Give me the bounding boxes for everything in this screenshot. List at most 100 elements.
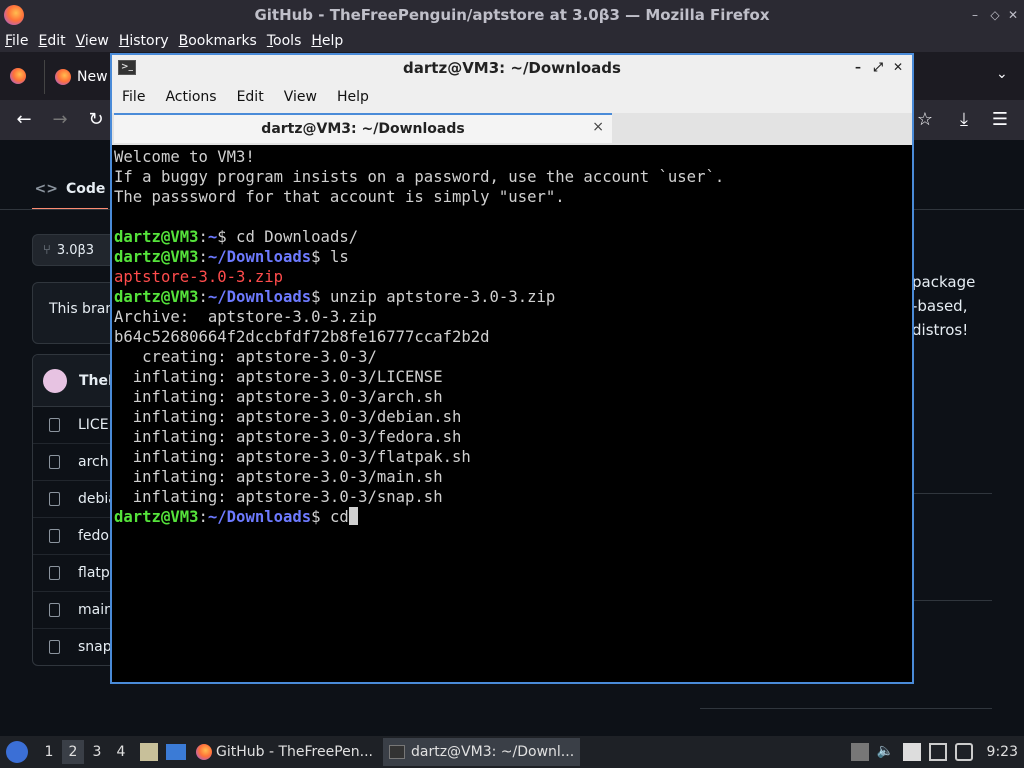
divider bbox=[912, 493, 992, 494]
code-icon: <> bbox=[34, 181, 59, 197]
prompt-path: ~ bbox=[207, 228, 218, 246]
menu-help[interactable]: Help bbox=[306, 33, 348, 49]
terminal-tab[interactable]: dartz@VM3: ~/Downloads × bbox=[114, 113, 612, 143]
minimize-icon[interactable]: – bbox=[850, 59, 866, 75]
updates-icon[interactable] bbox=[850, 743, 869, 761]
output-line: inflating: aptstore-3.0-3/snap.sh bbox=[114, 488, 443, 506]
file-name[interactable]: snap bbox=[78, 639, 112, 655]
text-cursor bbox=[348, 507, 358, 525]
file-icon bbox=[49, 492, 60, 506]
branch-selector[interactable]: ⑂ 3.0β3 bbox=[32, 234, 122, 266]
taskbar: 1 2 3 4 GitHub - TheFreePen... dartz@VM3… bbox=[0, 736, 1024, 768]
menu-edit[interactable]: Edit bbox=[227, 89, 274, 105]
list-item[interactable]: arch. bbox=[33, 444, 121, 481]
about-line: -based, bbox=[912, 297, 968, 315]
volume-icon[interactable]: 🔈 bbox=[877, 743, 895, 761]
download-icon[interactable]: ⤓ bbox=[952, 108, 976, 132]
menu-help[interactable]: Help bbox=[327, 89, 379, 105]
terminal-output[interactable]: Welcome to VM3! If a buggy program insist… bbox=[114, 147, 910, 680]
desktop-icon[interactable] bbox=[166, 744, 186, 760]
file-manager-icon[interactable] bbox=[140, 743, 158, 761]
menu-file[interactable]: File bbox=[112, 89, 155, 105]
workspace-4[interactable]: 4 bbox=[110, 740, 132, 764]
clock[interactable]: 9:23 bbox=[987, 744, 1018, 760]
close-icon[interactable]: ✕ bbox=[890, 59, 906, 75]
output-line: aptstore-3.0-3.zip bbox=[114, 268, 283, 286]
terminal-icon: >_ bbox=[118, 60, 136, 75]
prompt-user: dartz@VM3 bbox=[114, 508, 199, 526]
terminal-menubar: File Actions Edit View Help bbox=[112, 81, 912, 113]
reload-icon[interactable]: ↻ bbox=[84, 108, 108, 132]
clipboard-icon[interactable] bbox=[902, 743, 921, 761]
output-line: creating: aptstore-3.0-3/ bbox=[114, 348, 377, 366]
prompt-path: ~/Downloads bbox=[207, 248, 312, 266]
task-label: GitHub - TheFreePen... bbox=[216, 744, 373, 760]
firefox-icon bbox=[10, 68, 26, 84]
firefox-icon bbox=[196, 744, 212, 760]
firefox-icon bbox=[4, 5, 24, 25]
task-terminal[interactable]: dartz@VM3: ~/Downl... bbox=[383, 738, 581, 766]
divider bbox=[912, 600, 992, 601]
start-menu-icon[interactable] bbox=[6, 741, 28, 763]
menu-view[interactable]: View bbox=[274, 89, 327, 105]
list-item[interactable]: debia bbox=[33, 481, 121, 518]
task-label: dartz@VM3: ~/Downl... bbox=[411, 744, 575, 760]
output-line: inflating: aptstore-3.0-3/fedora.sh bbox=[114, 428, 462, 446]
prompt-user: dartz@VM3 bbox=[114, 288, 199, 306]
terminal-window[interactable]: >_ dartz@VM3: ~/Downloads – ⤢ ✕ File Act… bbox=[110, 53, 914, 684]
menu-actions[interactable]: Actions bbox=[155, 89, 226, 105]
divider bbox=[700, 708, 992, 709]
tab-code-label: Code bbox=[66, 181, 106, 197]
prompt-line: dartz@VM3:~/Downloads$ unzip aptstore-3.… bbox=[114, 288, 556, 306]
menu-tools[interactable]: Tools bbox=[262, 33, 307, 49]
list-item[interactable]: fedor bbox=[33, 518, 121, 555]
file-name[interactable]: LICE bbox=[78, 417, 109, 433]
output-line: inflating: aptstore-3.0-3/main.sh bbox=[114, 468, 443, 486]
menu-history[interactable]: History bbox=[114, 33, 174, 49]
firefox-menubar: File Edit View History Bookmarks Tools H… bbox=[0, 30, 1024, 52]
list-item[interactable]: snap bbox=[33, 629, 121, 665]
tab-label: New bbox=[77, 69, 108, 85]
terminal-title: dartz@VM3: ~/Downloads bbox=[403, 59, 621, 77]
menu-edit[interactable]: Edit bbox=[33, 33, 70, 49]
workspace-3[interactable]: 3 bbox=[86, 740, 108, 764]
prompt-path: ~/Downloads bbox=[207, 288, 312, 306]
close-icon[interactable]: × bbox=[592, 119, 604, 135]
maximize-icon[interactable]: ◇ bbox=[986, 6, 1004, 24]
star-icon[interactable]: ☆ bbox=[913, 108, 937, 132]
chevron-down-icon[interactable]: ⌄ bbox=[996, 66, 1008, 82]
file-name[interactable]: arch. bbox=[78, 454, 113, 470]
file-icon bbox=[49, 529, 60, 543]
file-name[interactable]: main bbox=[78, 602, 113, 618]
browser-tab[interactable]: New bbox=[44, 60, 112, 94]
pinned-tab[interactable] bbox=[10, 68, 30, 86]
menu-view[interactable]: View bbox=[71, 33, 114, 49]
close-icon[interactable]: ✕ bbox=[1004, 6, 1022, 24]
file-list: TheF LICE arch. debia fedor flatpa main … bbox=[32, 354, 122, 666]
avatar[interactable] bbox=[43, 368, 67, 393]
menu-bookmarks[interactable]: Bookmarks bbox=[174, 33, 262, 49]
terminal-titlebar[interactable]: >_ dartz@VM3: ~/Downloads – ⤢ ✕ bbox=[112, 55, 912, 81]
task-firefox[interactable]: GitHub - TheFreePen... bbox=[190, 738, 379, 766]
maximize-icon[interactable]: ⤢ bbox=[870, 59, 886, 75]
output-line: The passsword for that account is simply… bbox=[114, 188, 565, 206]
minimize-icon[interactable]: – bbox=[966, 6, 984, 24]
hamburger-menu-icon[interactable]: ☰ bbox=[988, 108, 1012, 132]
workspace-2[interactable]: 2 bbox=[62, 740, 84, 764]
list-item[interactable]: LICE bbox=[33, 407, 121, 444]
forward-icon[interactable]: → bbox=[48, 108, 72, 132]
file-icon bbox=[49, 418, 60, 432]
about-line: package bbox=[912, 273, 976, 291]
tab-code[interactable]: <> Code bbox=[32, 170, 108, 210]
file-icon bbox=[49, 455, 60, 469]
file-icon bbox=[49, 566, 60, 580]
network-icon[interactable] bbox=[928, 743, 947, 761]
workspace-1[interactable]: 1 bbox=[38, 740, 60, 764]
back-icon[interactable]: ← bbox=[12, 108, 36, 132]
terminal-icon bbox=[389, 745, 405, 759]
menu-file[interactable]: File bbox=[0, 33, 33, 49]
display-icon[interactable] bbox=[954, 743, 973, 761]
list-item[interactable]: flatpa bbox=[33, 555, 121, 592]
list-item[interactable]: main bbox=[33, 592, 121, 629]
